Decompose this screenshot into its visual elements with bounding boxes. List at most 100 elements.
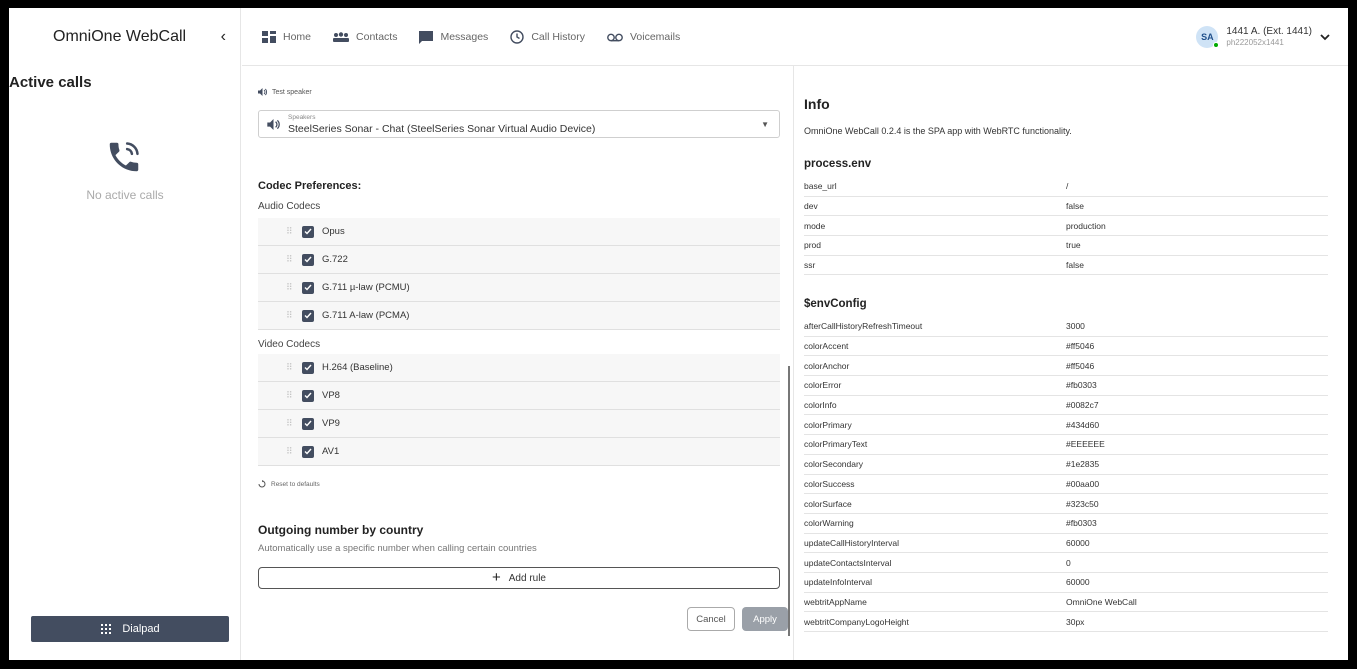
drag-handle-icon[interactable]: ⠿: [286, 254, 294, 265]
codec-row[interactable]: ⠿ G.711 A-law (PCMA): [258, 302, 780, 330]
contacts-icon: [333, 32, 350, 42]
kv-row: prod true: [804, 236, 1328, 256]
kv-key: webtritCompanyLogoHeight: [804, 616, 909, 627]
codec-row[interactable]: ⠿ G.722: [258, 246, 780, 274]
audio-codec-list: ⠿ Opus ⠿ G.722 ⠿ G.711 µ-law (PCMU) ⠿ G.711 …: [258, 218, 780, 330]
outgoing-number-title: Outgoing number by country: [258, 523, 424, 537]
kv-row: webtritAppName OmniOne WebCall: [804, 593, 1328, 613]
codec-row[interactable]: ⠿ VP9: [258, 410, 780, 438]
codec-name: H.264 (Baseline): [322, 362, 393, 373]
codec-name: G.711 µ-law (PCMU): [322, 282, 410, 293]
add-rule-button[interactable]: + Add rule: [258, 567, 780, 589]
kv-key: colorPrimary: [804, 419, 852, 430]
checkbox[interactable]: [302, 253, 314, 266]
kv-key: colorSuccess: [804, 478, 855, 489]
speakers-value: SteelSeries Sonar - Chat (SteelSeries So…: [288, 123, 596, 135]
nav-contacts[interactable]: Contacts: [333, 31, 397, 43]
kv-key: webtritAppName: [804, 596, 867, 607]
checkbox[interactable]: [302, 281, 314, 294]
kv-key: colorError: [804, 380, 842, 391]
home-icon: [262, 31, 276, 43]
speakers-select[interactable]: Speakers SteelSeries Sonar - Chat (Steel…: [258, 110, 780, 138]
scrollbar[interactable]: [788, 366, 790, 636]
nav-messages[interactable]: Messages: [419, 30, 488, 44]
kv-value: #ff5046: [1066, 341, 1095, 352]
codec-row[interactable]: ⠿ H.264 (Baseline): [258, 354, 780, 382]
kv-key: updateCallHistoryInterval: [804, 537, 899, 548]
codec-row[interactable]: ⠿ AV1: [258, 438, 780, 466]
main-nav: Home Contacts Messages Call History Voic…: [262, 30, 680, 44]
info-description: OmniOne WebCall 0.2.4 is the SPA app wit…: [804, 126, 1072, 136]
codec-name: G.711 A-law (PCMA): [322, 310, 410, 321]
kv-row: dev false: [804, 197, 1328, 217]
checkbox[interactable]: [302, 445, 314, 458]
kv-row: colorError #fb0303: [804, 376, 1328, 396]
dropdown-caret-icon: ▼: [761, 120, 769, 129]
drag-handle-icon[interactable]: ⠿: [286, 226, 294, 237]
kv-row: webtritCompanyLogoHeight 30px: [804, 612, 1328, 632]
kv-key: afterCallHistoryRefreshTimeout: [804, 321, 923, 332]
drag-handle-icon[interactable]: ⠿: [286, 310, 294, 321]
kv-row: ssr false: [804, 256, 1328, 276]
nav-call-history[interactable]: Call History: [510, 30, 585, 44]
reset-to-defaults-button[interactable]: Reset to defaults: [258, 480, 320, 488]
dialpad-button[interactable]: Dialpad: [31, 616, 229, 642]
test-speaker-button[interactable]: Test speaker: [258, 88, 312, 96]
drag-handle-icon[interactable]: ⠿: [286, 362, 294, 373]
kv-key: base_url: [804, 181, 837, 192]
kv-row: colorPrimaryText #EEEEEE: [804, 435, 1328, 455]
drag-handle-icon[interactable]: ⠿: [286, 390, 294, 401]
user-name: 1441 A. (Ext. 1441): [1226, 26, 1312, 37]
kv-value: #323c50: [1066, 498, 1099, 509]
drag-handle-icon[interactable]: ⠿: [286, 418, 294, 429]
codec-name: AV1: [322, 446, 340, 457]
info-title: Info: [804, 96, 830, 112]
cancel-button[interactable]: Cancel: [687, 607, 735, 631]
drag-handle-icon[interactable]: ⠿: [286, 446, 294, 457]
checkbox[interactable]: [302, 417, 314, 430]
kv-key: colorSecondary: [804, 459, 864, 470]
user-menu[interactable]: SA 1441 A. (Ext. 1441) ph222052x1441: [1196, 26, 1330, 48]
dialpad-icon: [101, 624, 112, 634]
kv-key: colorSurface: [804, 498, 852, 509]
process-env-title: process.env: [804, 158, 872, 170]
kv-value: 0: [1066, 557, 1071, 568]
collapse-sidebar-icon[interactable]: ‹: [221, 28, 226, 46]
test-speaker-label: Test speaker: [272, 88, 312, 96]
kv-key: mode: [804, 220, 826, 231]
checkbox[interactable]: [302, 389, 314, 402]
chevron-down-icon[interactable]: [1320, 33, 1330, 41]
checkbox[interactable]: [302, 225, 314, 238]
app-window: OmniOne WebCall ‹ Active calls No active…: [9, 8, 1348, 660]
kv-value: #00aa00: [1066, 478, 1100, 489]
nav-home-label: Home: [283, 31, 312, 43]
checkbox[interactable]: [302, 361, 314, 374]
kv-row: colorPrimary #434d60: [804, 415, 1328, 436]
online-status-dot: [1213, 42, 1220, 48]
codec-row[interactable]: ⠿ VP8: [258, 382, 780, 410]
kv-row: colorSurface #323c50: [804, 494, 1328, 514]
kv-value: false: [1066, 260, 1084, 271]
codec-row[interactable]: ⠿ G.711 µ-law (PCMU): [258, 274, 780, 302]
clock-icon: [510, 30, 525, 44]
kv-value: #434d60: [1066, 419, 1100, 430]
kv-value: #0082c7: [1066, 400, 1099, 411]
drag-handle-icon[interactable]: ⠿: [286, 282, 294, 293]
kv-key: prod: [804, 240, 822, 251]
nav-home[interactable]: Home: [262, 31, 311, 43]
kv-value: #fb0303: [1066, 380, 1097, 391]
codec-row[interactable]: ⠿ Opus: [258, 218, 780, 246]
kv-value: false: [1066, 201, 1084, 212]
kv-row: mode production: [804, 216, 1328, 237]
kv-value: 60000: [1066, 537, 1090, 548]
kv-row: colorAnchor #ff5046: [804, 356, 1328, 377]
codec-name: Opus: [322, 226, 345, 237]
speakers-label: Speakers: [288, 114, 316, 121]
kv-value: #1e2835: [1066, 459, 1100, 470]
apply-button[interactable]: Apply: [742, 607, 788, 631]
sidebar: OmniOne WebCall ‹ Active calls No active…: [9, 8, 241, 660]
user-info: 1441 A. (Ext. 1441) ph222052x1441: [1226, 26, 1312, 48]
kv-key: updateContactsInterval: [804, 557, 892, 568]
nav-voicemails[interactable]: Voicemails: [607, 31, 680, 43]
checkbox[interactable]: [302, 309, 314, 322]
